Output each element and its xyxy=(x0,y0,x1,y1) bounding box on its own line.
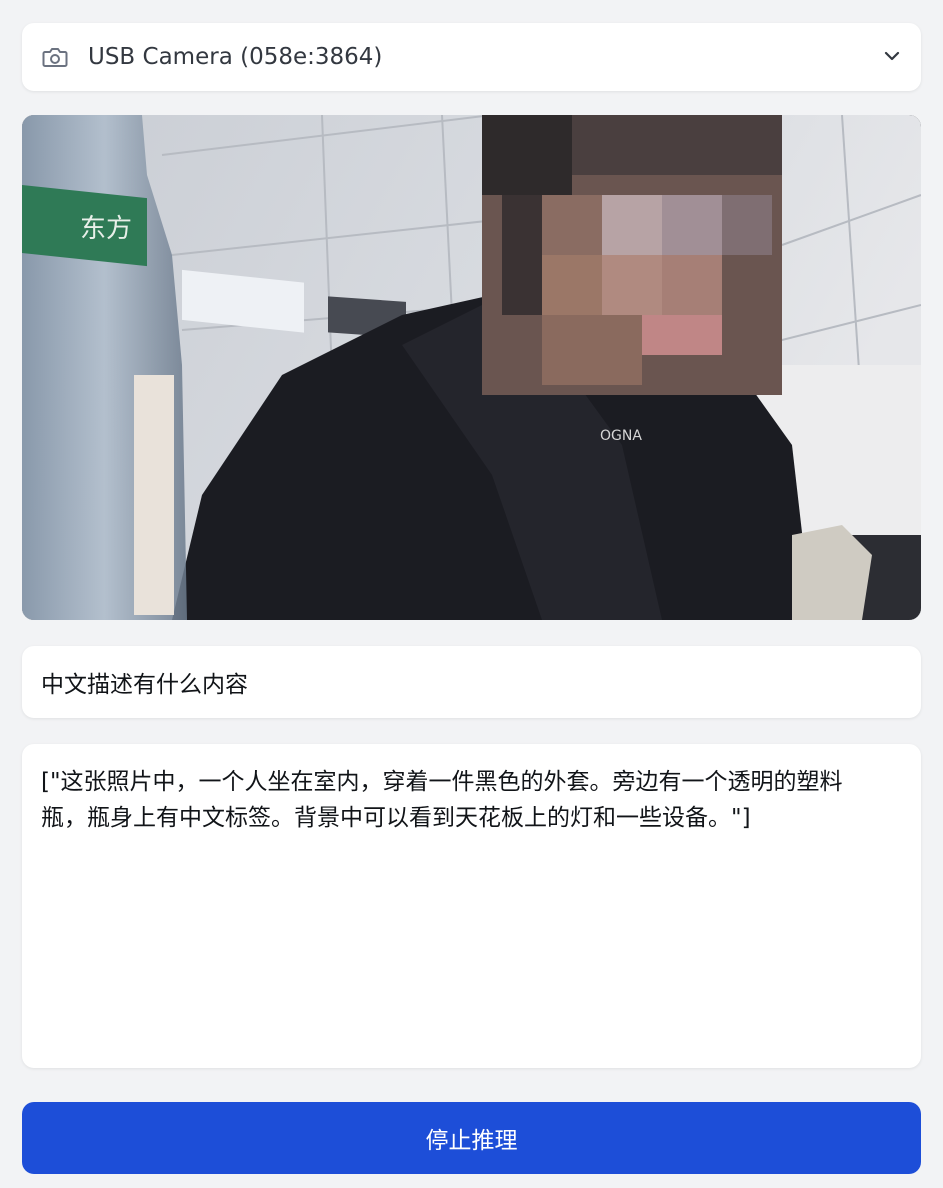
shirt-text: OGNA xyxy=(600,428,642,444)
stop-inference-button[interactable]: 停止推理 xyxy=(22,1102,921,1174)
bottle-label: 东方 xyxy=(80,214,132,244)
prompt-field[interactable] xyxy=(22,646,921,718)
camera-feed-image: 东方 OGNA xyxy=(22,115,921,620)
camera-select-value: USB Camera (058e:3864) xyxy=(88,44,383,70)
output-text: ["这张照片中，一个人坐在室内，穿着一件黑色的外套。旁边有一个透明的塑料瓶，瓶身… xyxy=(41,769,843,831)
app-page: USB Camera (058e:3864) 东方 OGNA 中文描述有什么内容… xyxy=(0,0,943,1188)
chevron-down-icon xyxy=(884,51,900,61)
prompt-input[interactable] xyxy=(22,646,921,718)
camera-select[interactable]: USB Camera (058e:3864) xyxy=(22,23,921,91)
output-panel[interactable]: ["这张照片中，一个人坐在室内，穿着一件黑色的外套。旁边有一个透明的塑料瓶，瓶身… xyxy=(22,744,921,1068)
camera-feed: 东方 OGNA xyxy=(22,115,921,620)
camera-icon xyxy=(42,48,68,67)
